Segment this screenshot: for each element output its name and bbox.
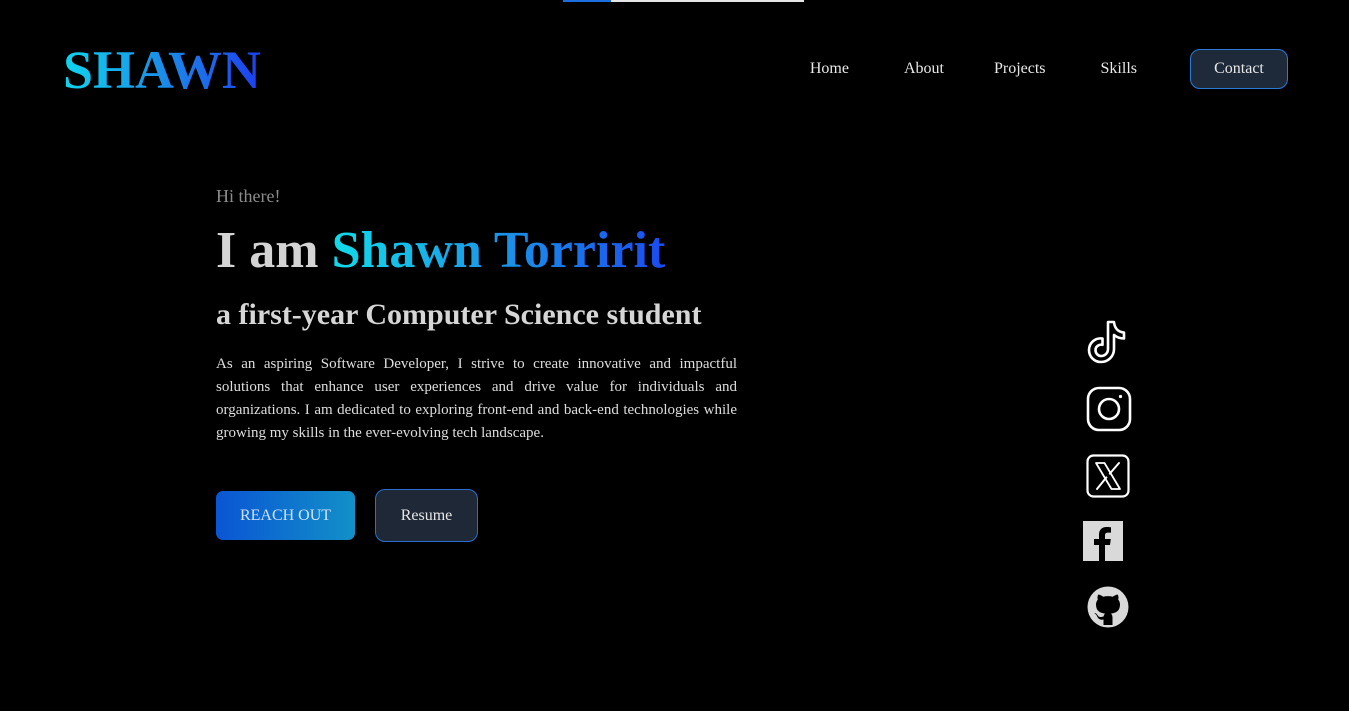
instagram-icon [1086, 386, 1132, 432]
hero-headline: I am Shawn Torririt [216, 221, 665, 281]
headline-prefix: I am [216, 222, 332, 279]
portfolio-page: SHAWN Home About Projects Skills Contact… [0, 0, 1349, 711]
facebook-icon [1083, 521, 1123, 561]
hero-greeting: Hi there! [216, 186, 281, 206]
tiktok-link[interactable] [1086, 318, 1130, 366]
scroll-progress-fill [563, 0, 612, 2]
x-link[interactable] [1086, 454, 1130, 498]
x-icon [1086, 454, 1130, 498]
instagram-link[interactable] [1086, 386, 1132, 432]
github-icon [1087, 586, 1129, 628]
site-logo[interactable]: SHAWN [63, 40, 261, 100]
nav-about[interactable]: About [904, 60, 944, 78]
nav-skills[interactable]: Skills [1101, 60, 1137, 78]
headline-name: Shawn Torririt [331, 222, 666, 279]
hero-bio: As an aspiring Software Developer, I str… [216, 356, 737, 441]
scroll-progress-bar [563, 0, 804, 2]
nav-home[interactable]: Home [810, 60, 849, 78]
hero-subheadline: a first-year Computer Science student [216, 298, 702, 331]
facebook-link[interactable] [1083, 521, 1123, 561]
resume-button[interactable]: Resume [375, 489, 478, 542]
contact-button[interactable]: Contact [1190, 49, 1288, 89]
reach-out-button[interactable]: REACH OUT [216, 491, 355, 540]
main-nav: Home About Projects Skills Contact [810, 48, 1288, 90]
tiktok-icon [1087, 320, 1126, 364]
github-link[interactable] [1086, 585, 1130, 629]
nav-projects[interactable]: Projects [994, 60, 1046, 78]
